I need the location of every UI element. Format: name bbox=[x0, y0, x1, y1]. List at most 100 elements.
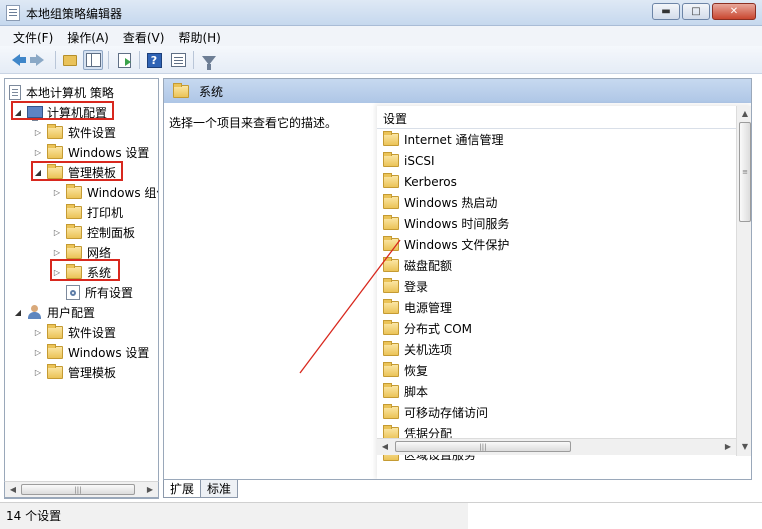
expand-arrow-icon[interactable]: ▷ bbox=[52, 247, 62, 257]
expand-arrow-icon[interactable]: ▷ bbox=[33, 367, 43, 377]
export-list-button[interactable] bbox=[114, 50, 134, 70]
list-item[interactable]: 登录 bbox=[383, 276, 428, 297]
tree-item-network[interactable]: ▷ 网络 bbox=[52, 242, 111, 262]
filter-button[interactable] bbox=[199, 50, 219, 70]
scrollbar-thumb[interactable]: ||| bbox=[395, 441, 571, 452]
menu-file[interactable]: 文件(F) bbox=[6, 26, 60, 46]
view-tabs: 扩展 标准 bbox=[163, 480, 239, 500]
tree-item-admin-templates[interactable]: ◢ 管理模板 bbox=[33, 162, 116, 182]
scroll-down-arrow-icon[interactable]: ▼ bbox=[737, 439, 751, 454]
list-item-label: 磁盘配额 bbox=[404, 259, 453, 273]
list-item[interactable]: Kerberos bbox=[383, 171, 457, 192]
list-item[interactable]: Windows 时间服务 bbox=[383, 213, 509, 234]
tree-item-user-config[interactable]: ◢ 用户配置 bbox=[13, 302, 95, 322]
expand-arrow-icon[interactable]: ▷ bbox=[52, 187, 62, 197]
export-list-icon bbox=[117, 52, 131, 68]
tree-item-label: 软件设置 bbox=[68, 125, 117, 140]
toolbar: ? bbox=[0, 46, 762, 74]
list-item[interactable]: 脚本 bbox=[383, 381, 428, 402]
list-item[interactable]: 恢复 bbox=[383, 360, 428, 381]
expand-arrow-icon[interactable]: ▷ bbox=[33, 347, 43, 357]
back-button[interactable] bbox=[6, 50, 26, 70]
scroll-right-arrow-icon[interactable]: ▶ bbox=[720, 439, 736, 454]
title-bar: 本地组策略编辑器 ▬ □ ✕ bbox=[0, 0, 762, 26]
list-item-label: Kerberos bbox=[404, 174, 457, 189]
policy-document-icon bbox=[9, 84, 21, 100]
folder-icon bbox=[383, 152, 399, 167]
computer-icon bbox=[27, 106, 43, 121]
column-header-setting[interactable]: 设置 bbox=[377, 109, 736, 129]
tree-item-windows-settings[interactable]: ▷ Windows 设置 bbox=[33, 142, 149, 162]
tree-item-system[interactable]: ▷ 系统 bbox=[52, 262, 111, 282]
expand-arrow-icon[interactable]: ▷ bbox=[33, 327, 43, 337]
list-vertical-scrollbar[interactable]: ▲ ≡ ▼ bbox=[736, 106, 751, 456]
tree-item-label: 软件设置 bbox=[68, 325, 117, 340]
properties-button[interactable] bbox=[168, 50, 188, 70]
folder-icon bbox=[383, 299, 399, 314]
list-horizontal-scrollbar[interactable]: ◀ ||| ▶ bbox=[377, 438, 736, 455]
expand-arrow-icon[interactable]: ▷ bbox=[33, 127, 43, 137]
status-bar-blank-area bbox=[468, 503, 762, 529]
list-item[interactable]: Windows 热启动 bbox=[383, 192, 497, 213]
policy-editor-app-icon bbox=[6, 5, 20, 21]
tree-item-windows-components[interactable]: ▷ Windows 组件 bbox=[52, 182, 158, 202]
folder-icon bbox=[66, 223, 82, 239]
collapse-arrow-icon[interactable]: ◢ bbox=[13, 107, 23, 117]
tree-item-label: 控制面板 bbox=[87, 225, 136, 240]
list-item-label: Windows 时间服务 bbox=[404, 217, 510, 231]
help-button[interactable]: ? bbox=[144, 50, 164, 70]
tree-item-label: Windows 设置 bbox=[68, 145, 150, 160]
folder-icon bbox=[66, 183, 82, 199]
collapse-arrow-icon[interactable]: ◢ bbox=[33, 167, 43, 177]
scroll-right-arrow-icon[interactable]: ▶ bbox=[142, 482, 158, 497]
list-item[interactable]: 磁盘配额 bbox=[383, 255, 452, 276]
scroll-left-arrow-icon[interactable]: ◀ bbox=[377, 439, 393, 454]
tree-item-user-windows-settings[interactable]: ▷ Windows 设置 bbox=[33, 342, 149, 362]
list-item[interactable]: 可移动存储访问 bbox=[383, 402, 488, 423]
tree-item-user-admin-templates[interactable]: ▷ 管理模板 bbox=[33, 362, 116, 382]
settings-list[interactable]: 设置 Internet 通信管理 iSCSI Kerberos Windows … bbox=[377, 106, 751, 479]
list-item[interactable]: Internet 通信管理 bbox=[383, 129, 503, 150]
menu-view[interactable]: 查看(V) bbox=[116, 26, 172, 46]
tree-item-label: 网络 bbox=[87, 245, 112, 260]
expand-arrow-icon[interactable]: ▷ bbox=[52, 267, 62, 277]
folder-icon bbox=[47, 343, 63, 359]
scrollbar-thumb[interactable]: ≡ bbox=[739, 122, 751, 222]
console-tree[interactable]: 本地计算机 策略 ◢ 计算机配置 ▷ 软件设置 ▷ Windows 设置 ◢ 管… bbox=[4, 78, 159, 499]
up-level-button[interactable] bbox=[60, 50, 80, 70]
tree-horizontal-scrollbar[interactable]: ◀ ||| ▶ bbox=[4, 481, 159, 498]
list-item[interactable]: 电源管理 bbox=[383, 297, 452, 318]
details-header: 系统 bbox=[164, 79, 751, 103]
list-item[interactable]: 关机选项 bbox=[383, 339, 452, 360]
list-item[interactable]: 分布式 COM bbox=[383, 318, 472, 339]
tree-item-printers[interactable]: 打印机 bbox=[66, 202, 123, 222]
tab-standard[interactable]: 标准 bbox=[200, 480, 239, 498]
menu-action[interactable]: 操作(A) bbox=[60, 26, 116, 46]
close-button[interactable]: ✕ bbox=[712, 3, 756, 20]
maximize-button[interactable]: □ bbox=[682, 3, 710, 20]
tree-item-computer-config[interactable]: ◢ 计算机配置 bbox=[13, 102, 107, 122]
help-icon: ? bbox=[146, 52, 162, 68]
window-controls: ▬ □ ✕ bbox=[652, 3, 756, 20]
tree-item-all-settings[interactable]: 所有设置 bbox=[66, 282, 133, 302]
collapse-arrow-icon[interactable]: ◢ bbox=[13, 307, 23, 317]
tree-item-local-computer-policy[interactable]: 本地计算机 策略 bbox=[9, 82, 114, 102]
scroll-up-arrow-icon[interactable]: ▲ bbox=[737, 106, 751, 121]
forward-button[interactable] bbox=[30, 50, 50, 70]
description-text: 选择一个项目来查看它的描述。 bbox=[169, 116, 338, 130]
tree-item-control-panel[interactable]: ▷ 控制面板 bbox=[52, 222, 135, 242]
tree-item-user-software-settings[interactable]: ▷ 软件设置 bbox=[33, 322, 116, 342]
scroll-left-arrow-icon[interactable]: ◀ bbox=[5, 482, 21, 497]
list-item[interactable]: iSCSI bbox=[383, 150, 435, 171]
show-hide-tree-button[interactable] bbox=[83, 50, 103, 70]
expand-arrow-icon[interactable]: ▷ bbox=[52, 227, 62, 237]
menu-help[interactable]: 帮助(H) bbox=[171, 26, 227, 46]
folder-icon bbox=[47, 163, 63, 179]
expand-arrow-icon[interactable]: ▷ bbox=[33, 147, 43, 157]
minimize-button[interactable]: ▬ bbox=[652, 3, 680, 20]
folder-icon bbox=[383, 173, 399, 188]
list-item[interactable]: Windows 文件保护 bbox=[383, 234, 509, 255]
tab-extended[interactable]: 扩展 bbox=[163, 480, 202, 498]
scrollbar-thumb[interactable]: ||| bbox=[21, 484, 135, 495]
tree-item-software-settings[interactable]: ▷ 软件设置 bbox=[33, 122, 116, 142]
